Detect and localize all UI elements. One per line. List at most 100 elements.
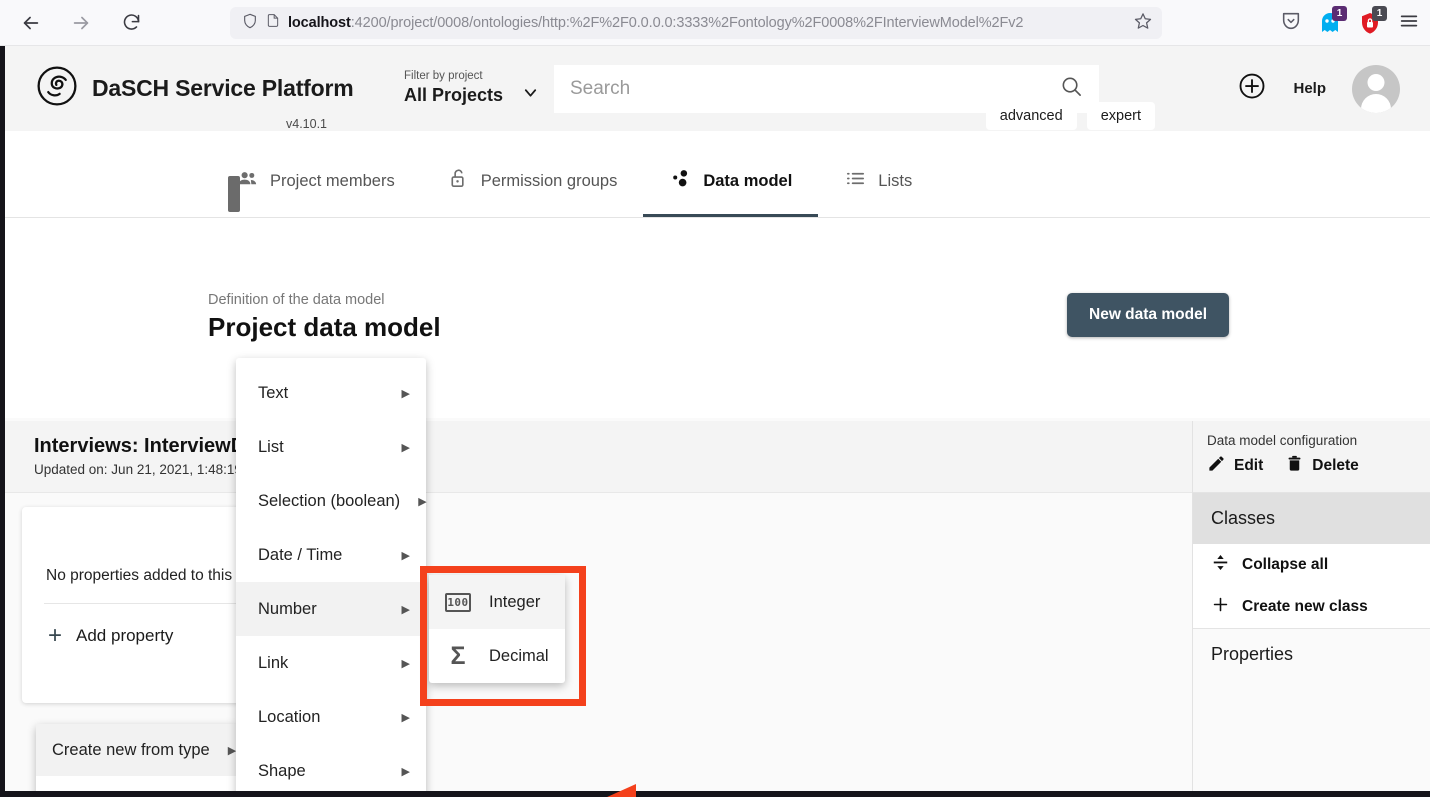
search-input[interactable]	[570, 78, 1060, 100]
menu-item-date-time[interactable]: Date / Time ▶	[236, 528, 426, 582]
unlocked-padlock-icon	[447, 167, 470, 195]
address-bar[interactable]: localhost:4200/project/0008/ontologies/h…	[230, 7, 1162, 39]
pocket-save-icon[interactable]	[1280, 10, 1302, 37]
red-arrow-annotation	[596, 781, 1158, 797]
tracking-protection-shield-icon[interactable]	[242, 12, 258, 35]
menu-item-label: Link	[258, 654, 288, 673]
search-icon[interactable]	[1060, 75, 1083, 103]
edit-data-model-button[interactable]: Edit	[1207, 454, 1263, 478]
submenu-item-label: Decimal	[489, 647, 549, 666]
plus-icon	[1211, 595, 1230, 619]
brand-block: DaSCH Service Platform v4.10.1	[0, 65, 400, 112]
properties-section-header: Properties	[1193, 629, 1430, 680]
app-version: v4.10.1	[286, 117, 327, 131]
privacy-extension-icon[interactable]: 1	[1358, 11, 1382, 35]
view-mode-buttons: advanced expert	[986, 102, 1155, 130]
menu-item-label: Number	[258, 600, 317, 619]
tab-label: Lists	[878, 172, 912, 191]
chevron-down-icon[interactable]	[521, 83, 540, 107]
data-model-pane: Interviews: InterviewData Updated on: Ju…	[0, 421, 1193, 797]
classes-section-header: Classes	[1193, 493, 1430, 544]
delete-label: Delete	[1312, 457, 1359, 475]
app-root: localhost:4200/project/0008/ontologies/h…	[0, 0, 1430, 797]
url-text[interactable]: localhost:4200/project/0008/ontologies/h…	[288, 15, 1126, 31]
advanced-mode-button[interactable]: advanced	[986, 102, 1077, 130]
user-avatar-icon[interactable]	[1352, 65, 1400, 113]
privacy-badge-count: 1	[1372, 6, 1387, 21]
add-property-menu: Create new from type ▶ Add existing prop…	[36, 724, 238, 797]
help-link[interactable]: Help	[1293, 80, 1326, 97]
tab-project-members[interactable]: Project members	[210, 167, 421, 217]
submenu-item-label: Integer	[489, 593, 540, 612]
menu-item-label: Create new from type	[52, 741, 210, 760]
classes-actions: Collapse all Create new class	[1193, 544, 1430, 628]
page-header: Definition of the data model Project dat…	[0, 218, 1430, 418]
menu-item-selection-boolean[interactable]: Selection (boolean) ▶	[236, 474, 426, 528]
tab-lists[interactable]: Lists	[818, 167, 938, 217]
page-body: Definition of the data model Project dat…	[0, 218, 1430, 797]
class-title: Interviews: InterviewData	[34, 435, 1192, 458]
forward-arrow-icon[interactable]	[66, 8, 96, 38]
tab-label: Permission groups	[481, 172, 618, 191]
add-property-label: Add property	[76, 626, 173, 646]
tab-permission-groups[interactable]: Permission groups	[421, 167, 644, 217]
data-model-sidebar: Data model configuration Edit	[1193, 421, 1430, 797]
data-model-configuration: Data model configuration Edit	[1193, 421, 1430, 493]
ghostery-extension-icon[interactable]: 1	[1318, 11, 1342, 35]
browser-toolbar: localhost:4200/project/0008/ontologies/h…	[0, 0, 1430, 46]
new-data-model-button[interactable]: New data model	[1067, 293, 1229, 337]
delete-data-model-button[interactable]: Delete	[1285, 454, 1359, 478]
menu-item-label: Date / Time	[258, 546, 342, 565]
chevron-right-icon: ▶	[402, 765, 410, 778]
tab-data-model[interactable]: Data model	[643, 167, 818, 217]
submenu-item-integer[interactable]: 100 Integer	[429, 575, 565, 629]
obscured-tab-icon	[228, 176, 240, 212]
collapse-all-button[interactable]: Collapse all	[1193, 544, 1430, 586]
create-new-class-button[interactable]: Create new class	[1193, 586, 1430, 628]
menu-item-label: Shape	[258, 762, 306, 781]
number-submenu: 100 Integer Σ Decimal	[429, 575, 565, 683]
bookmark-star-icon[interactable]	[1134, 12, 1152, 35]
project-tabbar: Project members Permission groups Data m…	[0, 131, 1430, 218]
screenshot-frame-left	[0, 46, 5, 797]
browser-extension-icons: 1 1	[1280, 0, 1420, 46]
integer-100-icon: 100	[445, 593, 471, 612]
dasch-spiral-logo-icon	[36, 65, 78, 112]
menu-item-link[interactable]: Link ▶	[236, 636, 426, 690]
chevron-right-icon: ▶	[402, 441, 410, 454]
menu-item-list[interactable]: List ▶	[236, 420, 426, 474]
chevron-right-icon: ▶	[402, 603, 410, 616]
menu-item-create-new-from-type[interactable]: Create new from type ▶	[36, 724, 238, 776]
page-title: Project data model	[208, 312, 441, 343]
pencil-icon	[1207, 454, 1226, 478]
collapse-all-icon	[1211, 553, 1230, 577]
collapse-all-label: Collapse all	[1242, 556, 1328, 574]
content-area: Interviews: InterviewData Updated on: Ju…	[0, 421, 1430, 797]
submenu-item-decimal[interactable]: Σ Decimal	[429, 629, 565, 683]
project-filter[interactable]: Filter by project All Projects	[400, 70, 550, 107]
class-card-header: Interviews: InterviewData Updated on: Ju…	[0, 421, 1192, 493]
chevron-right-icon: ▶	[402, 387, 410, 400]
trash-icon	[1285, 454, 1304, 478]
project-filter-value: All Projects	[404, 85, 503, 106]
class-updated-on: Updated on: Jun 21, 2021, 1:48:19 PM	[34, 462, 1192, 477]
plus-circle-icon[interactable]	[1237, 71, 1267, 106]
menu-item-location[interactable]: Location ▶	[236, 690, 426, 744]
menu-item-label: Location	[258, 708, 320, 727]
edit-label: Edit	[1234, 457, 1263, 475]
reload-icon[interactable]	[116, 8, 146, 38]
back-arrow-icon[interactable]	[16, 8, 46, 38]
page-info-icon[interactable]	[266, 12, 280, 34]
expert-mode-button[interactable]: expert	[1087, 102, 1155, 130]
menu-item-text[interactable]: Text ▶	[236, 366, 426, 420]
sigma-decimal-icon: Σ	[445, 644, 471, 669]
hamburger-menu-icon[interactable]	[1398, 10, 1420, 37]
tab-label: Project members	[270, 172, 395, 191]
list-icon	[844, 167, 867, 195]
chevron-right-icon: ▶	[418, 495, 426, 508]
menu-item-number[interactable]: Number ▶	[236, 582, 426, 636]
menu-item-shape[interactable]: Shape ▶	[236, 744, 426, 797]
ghostery-badge-count: 1	[1332, 6, 1347, 21]
project-filter-label: Filter by project	[404, 70, 550, 82]
data-model-icon	[669, 167, 692, 195]
